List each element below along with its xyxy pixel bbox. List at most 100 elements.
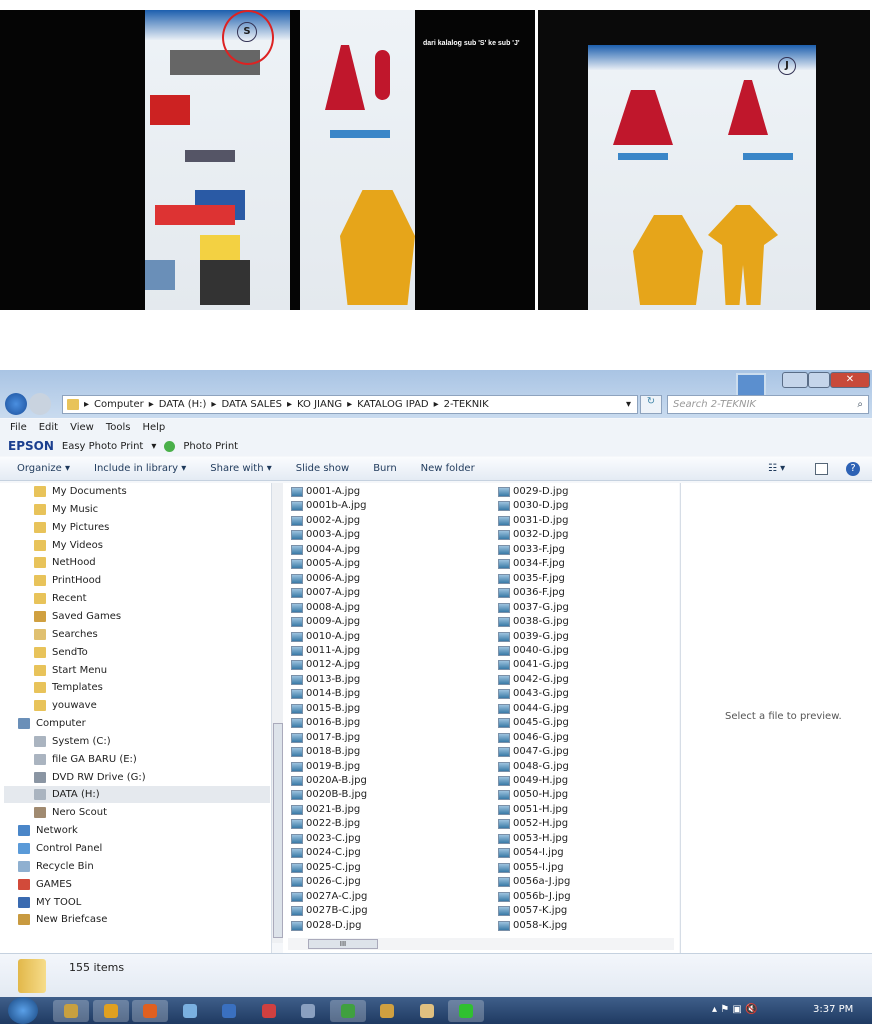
file-item[interactable]: 0058-K.jpg xyxy=(498,919,567,933)
toolbar-include-in-library[interactable]: Include in library ▾ xyxy=(94,457,186,480)
file-item[interactable]: 0053-H.jpg xyxy=(498,832,568,846)
file-item[interactable]: 0006-A.jpg xyxy=(291,572,360,586)
taskbar-explorer-icon[interactable] xyxy=(53,1000,89,1022)
file-item[interactable]: 0024-C.jpg xyxy=(291,846,361,860)
file-item[interactable]: 0055-I.jpg xyxy=(498,861,564,875)
toolbar-organize[interactable]: Organize ▾ xyxy=(17,457,70,480)
breadcrumb-item[interactable]: KATALOG IPAD xyxy=(357,399,429,410)
file-item[interactable]: 0015-B.jpg xyxy=(291,702,360,716)
file-item[interactable]: 0030-D.jpg xyxy=(498,499,568,513)
close-button[interactable]: ✕ xyxy=(830,372,870,388)
file-item[interactable]: 0041-G.jpg xyxy=(498,658,569,672)
file-item[interactable]: 0018-B.jpg xyxy=(291,745,360,759)
nav-item-youwave[interactable]: youwave xyxy=(34,697,97,714)
view-options-icon[interactable]: ☷ ▾ xyxy=(768,457,785,481)
nav-item-nero-scout[interactable]: Nero Scout xyxy=(34,804,107,821)
toolbar-new-folder[interactable]: New folder xyxy=(421,457,475,480)
file-item[interactable]: 0034-F.jpg xyxy=(498,557,565,571)
file-item[interactable]: 0022-B.jpg xyxy=(291,817,360,831)
nav-item-system-c-[interactable]: System (C:) xyxy=(34,733,111,750)
nav-item-nethood[interactable]: NetHood xyxy=(34,554,96,571)
menu-view[interactable]: View xyxy=(70,419,94,437)
nav-item-my-pictures[interactable]: My Pictures xyxy=(34,519,109,536)
file-item[interactable]: 0033-F.jpg xyxy=(498,543,565,557)
file-item[interactable]: 0017-B.jpg xyxy=(291,731,360,745)
nav-item-recent[interactable]: Recent xyxy=(34,590,87,607)
file-item[interactable]: 0004-A.jpg xyxy=(291,543,360,557)
forward-button[interactable] xyxy=(29,393,51,415)
file-item[interactable]: 0023-C.jpg xyxy=(291,832,361,846)
file-item[interactable]: 0002-A.jpg xyxy=(291,514,360,528)
taskbar-app11-icon[interactable] xyxy=(448,1000,484,1022)
file-item[interactable]: 0048-G.jpg xyxy=(498,760,569,774)
file-item[interactable]: 0052-H.jpg xyxy=(498,817,568,831)
taskbar-itunes-icon[interactable] xyxy=(290,1000,326,1022)
nav-item-sendto[interactable]: SendTo xyxy=(34,644,88,661)
taskbar-firefox-icon[interactable] xyxy=(132,1000,168,1022)
photo-print-button[interactable]: Photo Print xyxy=(183,437,238,456)
file-item[interactable]: 0047-G.jpg xyxy=(498,745,569,759)
file-item[interactable]: 0031-D.jpg xyxy=(498,514,568,528)
nav-item-control-panel[interactable]: Control Panel xyxy=(18,840,102,857)
nav-item-my-tool[interactable]: MY TOOL xyxy=(18,894,81,911)
taskbar-app9-icon[interactable] xyxy=(369,1000,405,1022)
file-item[interactable]: 0039-G.jpg xyxy=(498,630,569,644)
nav-item-network[interactable]: Network xyxy=(18,822,78,839)
file-item[interactable]: 0032-D.jpg xyxy=(498,528,568,542)
nav-item-my-music[interactable]: My Music xyxy=(34,501,98,518)
file-item[interactable]: 0042-G.jpg xyxy=(498,673,569,687)
file-item[interactable]: 0035-F.jpg xyxy=(498,572,565,586)
menu-tools[interactable]: Tools xyxy=(106,419,131,437)
tray-flag-icon[interactable]: ▴ ⚑ ▣ 🔇 xyxy=(712,1004,757,1015)
address-dropdown-icon[interactable]: ▾ xyxy=(626,399,631,410)
menu-edit[interactable]: Edit xyxy=(39,419,58,437)
file-item[interactable]: 0056b-J.jpg xyxy=(498,890,571,904)
breadcrumb-separator-icon[interactable]: ▸ xyxy=(211,399,216,410)
file-item[interactable]: 0057-K.jpg xyxy=(498,904,567,918)
nav-item-start-menu[interactable]: Start Menu xyxy=(34,662,107,679)
file-item[interactable]: 0007-A.jpg xyxy=(291,586,360,600)
file-item[interactable]: 0008-A.jpg xyxy=(291,601,360,615)
nav-item-saved-games[interactable]: Saved Games xyxy=(34,608,121,625)
preview-pane-button[interactable] xyxy=(815,463,828,475)
breadcrumb-item[interactable]: 2-TEKNIK xyxy=(444,399,489,410)
taskbar-app10-icon[interactable] xyxy=(409,1000,445,1022)
maximize-button[interactable] xyxy=(808,372,830,388)
nav-item-new-briefcase[interactable]: New Briefcase xyxy=(18,911,107,928)
file-item[interactable]: 0040-G.jpg xyxy=(498,644,569,658)
help-icon[interactable]: ? xyxy=(846,462,860,476)
file-item[interactable]: 0011-A.jpg xyxy=(291,644,360,658)
minimize-button[interactable] xyxy=(782,372,808,388)
file-item[interactable]: 0001b-A.jpg xyxy=(291,499,367,513)
file-item[interactable]: 0043-G.jpg xyxy=(498,687,569,701)
nav-item-recycle-bin[interactable]: Recycle Bin xyxy=(18,858,94,875)
breadcrumb-separator-icon[interactable]: ▸ xyxy=(84,399,89,410)
search-input[interactable]: Search 2-TEKNIK ⌕ xyxy=(667,395,869,414)
file-item[interactable]: 0001-A.jpg xyxy=(291,485,360,499)
nav-item-my-videos[interactable]: My Videos xyxy=(34,537,103,554)
dropdown-icon[interactable]: ▾ xyxy=(151,437,156,456)
nav-item-templates[interactable]: Templates xyxy=(34,679,103,696)
toolbar-burn[interactable]: Burn xyxy=(373,457,396,480)
breadcrumb-item[interactable]: DATA (H:) xyxy=(159,399,207,410)
breadcrumb-separator-icon[interactable]: ▸ xyxy=(434,399,439,410)
taskbar-app4-icon[interactable] xyxy=(172,1000,208,1022)
file-item[interactable]: 0003-A.jpg xyxy=(291,528,360,542)
nav-item-file-ga-baru-e-[interactable]: file GA BARU (E:) xyxy=(34,751,137,768)
file-item[interactable]: 0029-D.jpg xyxy=(498,485,568,499)
breadcrumb-separator-icon[interactable]: ▸ xyxy=(149,399,154,410)
file-item[interactable]: 0012-A.jpg xyxy=(291,658,360,672)
back-button[interactable] xyxy=(5,393,27,415)
file-item[interactable]: 0019-B.jpg xyxy=(291,760,360,774)
nav-item-my-documents[interactable]: My Documents xyxy=(34,483,127,500)
taskbar-app6-icon[interactable] xyxy=(251,1000,287,1022)
clock[interactable]: 3:37 PM xyxy=(813,1004,853,1015)
breadcrumb-item[interactable]: DATA SALES xyxy=(221,399,282,410)
breadcrumb-item[interactable]: KO JIANG xyxy=(297,399,342,410)
file-item[interactable]: 0056a-J.jpg xyxy=(498,875,570,889)
taskbar-media-player-icon[interactable] xyxy=(92,1000,129,1022)
file-item[interactable]: 0021-B.jpg xyxy=(291,803,360,817)
file-item[interactable]: 0014-B.jpg xyxy=(291,687,360,701)
toolbar-slide-show[interactable]: Slide show xyxy=(296,457,349,480)
scroll-thumb[interactable]: III xyxy=(308,939,378,949)
